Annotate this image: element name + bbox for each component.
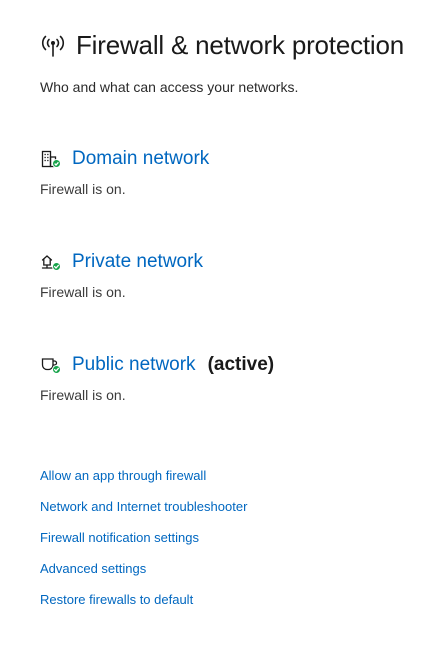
public-cafe-network-icon (40, 355, 62, 375)
page-header: Firewall & network protection (40, 30, 404, 61)
firewall-page: Firewall & network protection Who and wh… (0, 0, 444, 665)
public-network-status: Firewall is on. (40, 387, 126, 403)
allow-app-link[interactable]: Allow an app through firewall (40, 467, 247, 485)
advanced-settings-link[interactable]: Advanced settings (40, 560, 247, 578)
public-network-link[interactable]: Public network (72, 354, 196, 376)
private-network-status: Firewall is on. (40, 284, 126, 300)
active-badge: (active) (207, 354, 275, 375)
antenna-broadcast-icon (40, 34, 66, 58)
domain-network-status: Firewall is on. (40, 181, 126, 197)
private-network-link[interactable]: Private network (72, 251, 203, 273)
private-home-network-icon (40, 252, 62, 272)
troubleshooter-link[interactable]: Network and Internet troubleshooter (40, 498, 247, 516)
domain-network-link[interactable]: Domain network (72, 148, 209, 170)
page-subtitle: Who and what can access your networks. (40, 79, 299, 95)
notification-settings-link[interactable]: Firewall notification settings (40, 529, 247, 547)
public-network-section: Public network (active) Firewall is on. (40, 354, 274, 403)
domain-building-icon (40, 149, 62, 169)
related-settings-links: Allow an app through firewall Network an… (40, 467, 247, 622)
domain-network-section: Domain network Firewall is on. (40, 148, 209, 197)
page-title: Firewall & network protection (76, 30, 404, 60)
restore-defaults-link[interactable]: Restore firewalls to default (40, 591, 247, 609)
private-network-section: Private network Firewall is on. (40, 251, 203, 300)
